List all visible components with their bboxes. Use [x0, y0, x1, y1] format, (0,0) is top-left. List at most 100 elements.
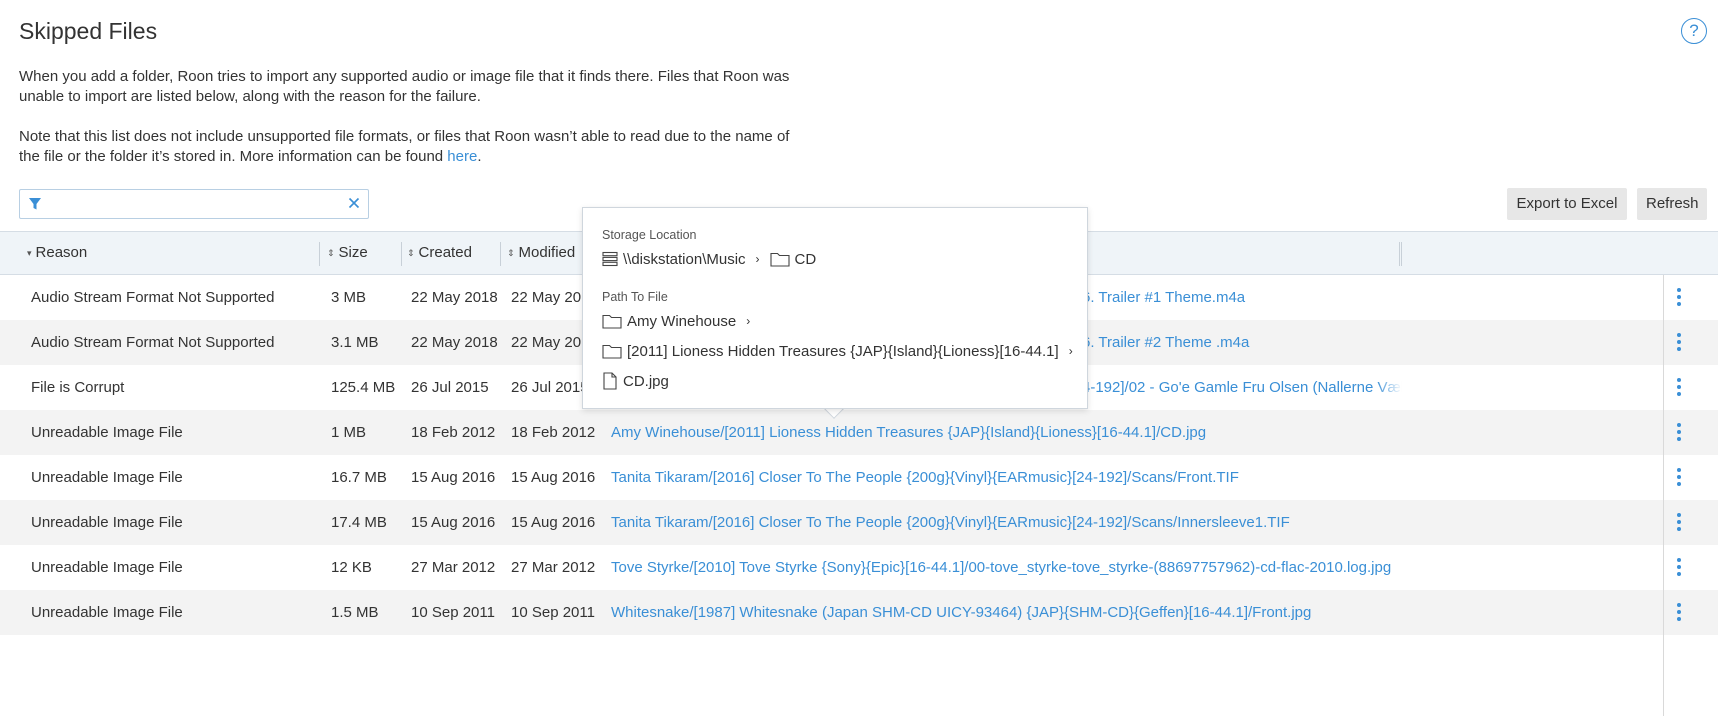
column-header-size-label: Size — [338, 244, 368, 261]
file-name: CD.jpg — [623, 372, 669, 390]
server-icon — [602, 251, 618, 267]
column-resize-handle[interactable] — [401, 242, 402, 266]
folder-icon — [602, 344, 622, 359]
created-cell: 22 May 2018 — [411, 289, 498, 306]
chevron-right-icon: › — [755, 252, 760, 266]
modified-cell: 15 Aug 2016 — [511, 469, 596, 486]
table-row[interactable]: Unreadable Image File 17.4 MB 15 Aug 201… — [0, 500, 1718, 545]
reason-cell: Unreadable Image File — [31, 514, 183, 531]
size-cell: 17.4 MB — [331, 514, 387, 531]
size-cell: 16.7 MB — [331, 469, 387, 486]
reason-cell: Audio Stream Format Not Supported — [31, 289, 275, 306]
chevron-right-icon: › — [1068, 344, 1073, 358]
path-file: CD.jpg — [602, 370, 669, 392]
created-cell: 26 Jul 2015 — [411, 379, 489, 396]
file-path-link[interactable]: Amy Winehouse/[2011] Lioness Hidden Trea… — [611, 410, 1401, 455]
column-resize-handle[interactable] — [500, 242, 501, 266]
description-paragraph-1: When you add a folder, Roon tries to imp… — [19, 68, 790, 105]
more-options-icon[interactable] — [1668, 376, 1690, 400]
more-options-icon[interactable] — [1668, 286, 1690, 310]
created-cell: 10 Sep 2011 — [411, 604, 495, 621]
storage-location-label: Storage Location — [602, 228, 697, 242]
sort-icon: ⇕ — [507, 248, 515, 258]
modified-cell: 27 Mar 2012 — [511, 559, 596, 576]
column-header-created[interactable]: ⇕ Created — [407, 232, 472, 274]
refresh-button[interactable]: Refresh — [1637, 188, 1707, 220]
created-cell: 15 Aug 2016 — [411, 514, 496, 531]
help-icon[interactable]: ? — [1681, 18, 1707, 44]
description-end: . — [477, 148, 482, 165]
file-path-link[interactable]: Tanita Tikaram/[2016] Closer To The Peop… — [611, 455, 1401, 500]
more-options-icon[interactable] — [1668, 421, 1690, 445]
filter-box — [19, 189, 369, 219]
created-cell: 22 May 2018 — [411, 334, 498, 351]
sort-icon: ⇕ — [407, 248, 415, 258]
file-path-link[interactable]: 6. Trailer #2 Theme .m4a — [1082, 320, 1402, 365]
storage-location-path: \\diskstation\Music › CD — [602, 248, 816, 270]
created-cell: 18 Feb 2012 — [411, 424, 496, 441]
filter-input[interactable] — [46, 192, 336, 216]
clear-icon[interactable] — [347, 196, 361, 210]
more-options-icon[interactable] — [1668, 556, 1690, 580]
path-to-file-label: Path To File — [602, 290, 668, 304]
modified-cell: 10 Sep 2011 — [511, 604, 595, 621]
reason-cell: Unreadable Image File — [31, 559, 183, 576]
folder-icon — [602, 314, 622, 329]
file-path-link[interactable]: Whitesnake/[1987] Whitesnake (Japan SHM-… — [611, 590, 1401, 635]
description-text: Note that this list does not include uns… — [19, 128, 790, 165]
description-paragraph-2: Note that this list does not include uns… — [19, 127, 809, 167]
size-cell: 1 MB — [331, 424, 367, 441]
size-cell: 3 MB — [331, 289, 367, 306]
reason-cell: Audio Stream Format Not Supported — [31, 334, 275, 351]
created-cell: 27 Mar 2012 — [411, 559, 496, 576]
path-album-folder: [2011] Lioness Hidden Treasures {JAP}{Is… — [602, 340, 1083, 362]
reason-cell: Unreadable Image File — [31, 469, 183, 486]
reason-cell: Unreadable Image File — [31, 604, 183, 621]
column-resize-handle[interactable] — [1399, 242, 1400, 266]
file-path-link[interactable]: 6. Trailer #1 Theme.m4a — [1082, 275, 1402, 320]
more-options-icon[interactable] — [1668, 331, 1690, 355]
reason-cell: Unreadable Image File — [31, 424, 183, 441]
storage-folder-link[interactable]: CD — [795, 251, 817, 268]
export-to-excel-button[interactable]: Export to Excel — [1507, 188, 1627, 220]
file-path-link[interactable]: 4-192]/02 - Go'e Gamle Fru Olsen (Naller… — [1082, 365, 1402, 410]
column-header-modified[interactable]: ⇕ Modified — [507, 232, 575, 274]
modified-cell: 15 Aug 2016 — [511, 514, 596, 531]
file-icon — [603, 372, 617, 390]
table-row[interactable]: Unreadable Image File 12 KB 27 Mar 2012 … — [0, 545, 1718, 590]
table-row[interactable]: Unreadable Image File 1 MB 18 Feb 2012 1… — [0, 410, 1718, 455]
table-row[interactable]: Unreadable Image File 16.7 MB 15 Aug 201… — [0, 455, 1718, 500]
path-artist-folder: Amy Winehouse › — [602, 310, 760, 332]
table-row[interactable]: Unreadable Image File 1.5 MB 10 Sep 2011… — [0, 590, 1718, 635]
chevron-right-icon: › — [746, 314, 751, 328]
more-options-icon[interactable] — [1668, 466, 1690, 490]
column-header-reason[interactable]: ▾ Reason — [27, 232, 87, 274]
size-cell: 1.5 MB — [331, 604, 379, 621]
sort-icon: ⇕ — [327, 248, 335, 258]
file-path-link[interactable]: Tanita Tikaram/[2016] Closer To The Peop… — [611, 500, 1401, 545]
sort-descending-icon: ▾ — [27, 248, 32, 258]
more-info-link[interactable]: here — [447, 148, 477, 165]
column-resize-handle[interactable] — [1401, 242, 1402, 266]
column-header-created-label: Created — [418, 244, 472, 261]
reason-cell: File is Corrupt — [31, 379, 125, 396]
created-cell: 15 Aug 2016 — [411, 469, 496, 486]
size-cell: 3.1 MB — [331, 334, 379, 351]
column-resize-handle[interactable] — [319, 242, 320, 266]
file-location-popover: Storage Location \\diskstation\Music › C… — [582, 207, 1088, 409]
artist-folder-link[interactable]: Amy Winehouse — [627, 313, 736, 330]
column-divider — [1663, 275, 1664, 716]
size-cell: 12 KB — [331, 559, 372, 576]
filter-icon — [29, 198, 41, 210]
size-cell: 125.4 MB — [331, 379, 396, 396]
page-title: Skipped Files — [19, 18, 158, 44]
album-folder-link[interactable]: [2011] Lioness Hidden Treasures {JAP}{Is… — [627, 343, 1059, 360]
more-options-icon[interactable] — [1668, 601, 1690, 625]
column-header-modified-label: Modified — [518, 244, 576, 261]
modified-cell: 18 Feb 2012 — [511, 424, 596, 441]
storage-root-link[interactable]: \\diskstation\Music — [623, 251, 746, 268]
folder-icon — [769, 252, 790, 267]
more-options-icon[interactable] — [1668, 511, 1690, 535]
column-header-size[interactable]: ⇕ Size — [327, 232, 368, 274]
file-path-link[interactable]: Tove Styrke/[2010] Tove Styrke {Sony}{Ep… — [611, 545, 1401, 590]
